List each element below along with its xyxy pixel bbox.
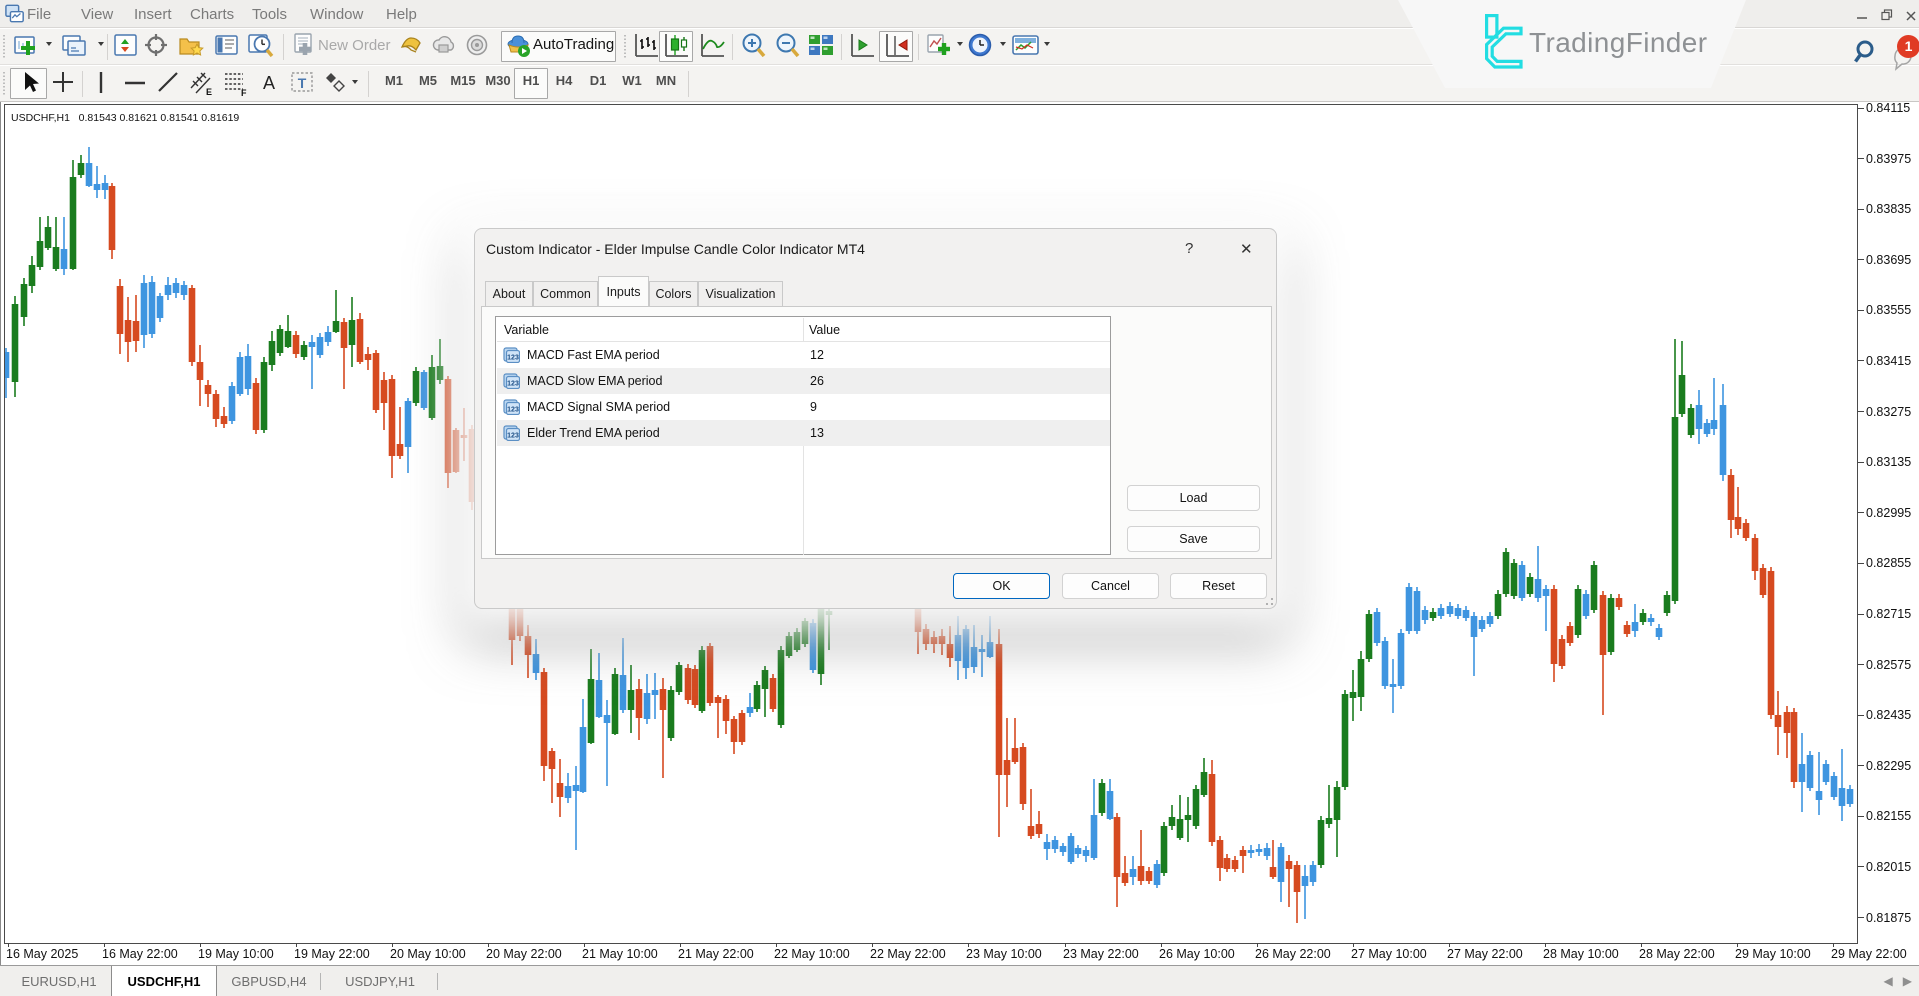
- svg-text:123: 123: [507, 433, 519, 440]
- svg-text:E: E: [206, 87, 212, 97]
- svg-text:123: 123: [507, 381, 519, 388]
- svg-text:A: A: [263, 73, 275, 93]
- svg-text:T: T: [298, 75, 307, 91]
- svg-text:123: 123: [507, 355, 519, 362]
- svg-text:123: 123: [507, 407, 519, 414]
- svg-text:F: F: [241, 88, 247, 98]
